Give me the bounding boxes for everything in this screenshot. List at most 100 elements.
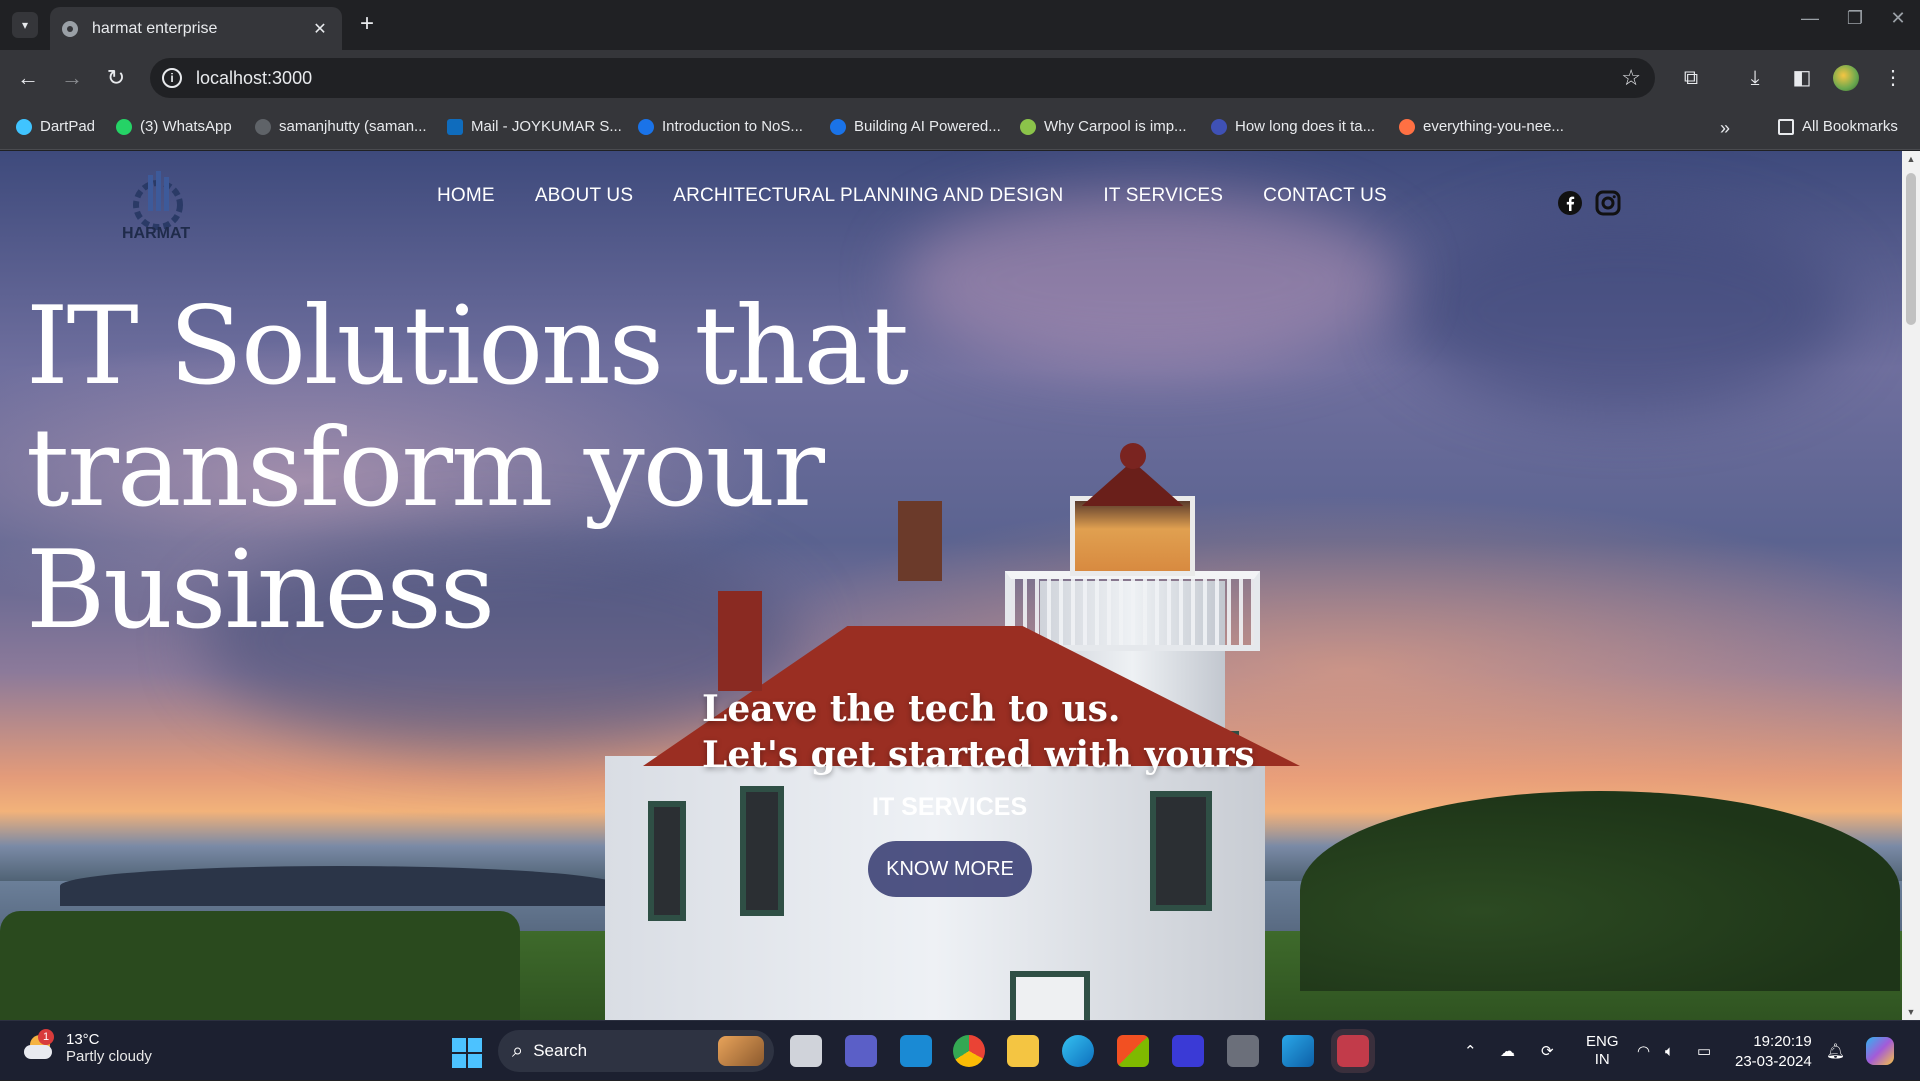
bookmark-item[interactable]: How long does it ta... bbox=[1211, 118, 1375, 135]
minimize-icon[interactable]: — bbox=[1790, 8, 1830, 29]
nav-contact-us[interactable]: CONTACT US bbox=[1263, 185, 1387, 207]
system-clock[interactable]: 19:20:19 23-03-2024 bbox=[1735, 1032, 1812, 1072]
windows-taskbar: 1 13°C Partly cloudy ⌕ Search ⌃ ☁ ⟳ ENG … bbox=[0, 1020, 1920, 1080]
weather-widget[interactable]: 1 13°C Partly cloudy bbox=[22, 1029, 152, 1065]
taskbar-search[interactable]: ⌕ Search bbox=[498, 1030, 774, 1072]
bookmark-item[interactable]: Building AI Powered... bbox=[830, 118, 1001, 135]
calculator-icon[interactable] bbox=[1227, 1035, 1259, 1067]
side-panel-icon[interactable]: ◧ bbox=[1788, 64, 1816, 92]
all-bookmarks-button[interactable]: All Bookmarks bbox=[1778, 118, 1898, 135]
wifi-icon[interactable]: ◠ bbox=[1637, 1021, 1650, 1081]
bookmark-item[interactable]: (3) WhatsApp bbox=[116, 118, 232, 135]
language-indicator[interactable]: ENG IN bbox=[1586, 1021, 1619, 1081]
store-icon[interactable] bbox=[1117, 1035, 1149, 1067]
battery-icon[interactable]: ▭ bbox=[1697, 1021, 1711, 1081]
browser-toolbar: ← → ↻ i localhost:3000 ☆ ⧉ ⤓ ◧ ⋮ bbox=[0, 50, 1920, 106]
carpool-icon bbox=[1020, 118, 1036, 135]
clock-date: 23-03-2024 bbox=[1735, 1053, 1812, 1070]
search-label: Search bbox=[533, 1041, 588, 1060]
tagline-line-2: Let's get started with yours bbox=[702, 734, 1255, 776]
notification-icon[interactable]: 🔔︎ bbox=[1826, 1021, 1845, 1081]
windows-start-icon[interactable] bbox=[452, 1038, 482, 1068]
show-hidden-icons[interactable]: ⌃ bbox=[1464, 1021, 1477, 1081]
bookmark-item[interactable]: samanjhutty (saman... bbox=[255, 118, 427, 135]
bookmark-label: DartPad bbox=[40, 118, 96, 135]
site-info-icon[interactable]: i bbox=[162, 68, 182, 88]
bookmarks-bar: DartPad (3) WhatsApp samanjhutty (saman.… bbox=[0, 106, 1920, 150]
instagram-icon[interactable] bbox=[1595, 190, 1621, 216]
nav-about-us[interactable]: ABOUT US bbox=[535, 185, 633, 207]
nav-it-services[interactable]: IT SERVICES bbox=[1103, 185, 1223, 207]
scrollbar-thumb[interactable] bbox=[1906, 173, 1916, 325]
course-icon bbox=[638, 118, 654, 135]
tagline-line-1: Leave the tech to us. bbox=[702, 688, 1121, 730]
house-door bbox=[1010, 971, 1090, 1020]
menu-icon[interactable]: ⋮ bbox=[1879, 64, 1907, 92]
main-nav: HOME ABOUT US ARCHITECTURAL PLANNING AND… bbox=[437, 185, 1387, 207]
bookmark-label: Introduction to NoS... bbox=[662, 118, 803, 135]
profile-avatar[interactable] bbox=[1833, 65, 1859, 91]
github-icon bbox=[255, 118, 271, 135]
chrome-icon[interactable] bbox=[953, 1035, 985, 1067]
hedge-shape bbox=[0, 911, 520, 1020]
bookmark-star-icon[interactable]: ☆ bbox=[1621, 65, 1641, 91]
back-icon[interactable]: ← bbox=[14, 64, 42, 92]
forward-icon[interactable]: → bbox=[58, 64, 86, 92]
restore-icon[interactable]: ❐ bbox=[1835, 8, 1875, 29]
hero-tagline: Leave the tech to us. Let's get started … bbox=[702, 686, 1255, 778]
new-tab-button[interactable]: + bbox=[352, 10, 382, 38]
scroll-down-icon[interactable]: ▼ bbox=[1902, 1007, 1920, 1017]
visual-studio-icon[interactable] bbox=[1172, 1035, 1204, 1067]
clock-time: 19:20:19 bbox=[1753, 1033, 1812, 1050]
onedrive-icon[interactable]: ☁ bbox=[1500, 1021, 1515, 1081]
house-window bbox=[740, 786, 784, 916]
close-window-icon[interactable]: ✕ bbox=[1878, 8, 1918, 29]
gear-logo-icon bbox=[133, 171, 183, 230]
bookmark-label: How long does it ta... bbox=[1235, 118, 1376, 135]
file-explorer-icon[interactable] bbox=[1007, 1035, 1039, 1067]
cloud-shape bbox=[1400, 211, 1850, 411]
nav-architectural-planning[interactable]: ARCHITECTURAL PLANNING AND DESIGN bbox=[673, 185, 1063, 207]
browser-tabstrip: ▾ harmat enterprise ✕ + — ❐ ✕ bbox=[0, 0, 1920, 50]
know-more-button[interactable]: KNOW MORE bbox=[868, 841, 1032, 897]
weather-description: Partly cloudy bbox=[66, 1048, 152, 1065]
bookmark-item[interactable]: Mail - JOYKUMAR S... bbox=[447, 118, 622, 135]
close-tab-icon[interactable]: ✕ bbox=[310, 19, 330, 39]
bookmark-item[interactable]: everything-you-nee... bbox=[1399, 118, 1564, 135]
url-text[interactable]: localhost:3000 bbox=[196, 68, 312, 89]
bookmark-label: everything-you-nee... bbox=[1423, 118, 1564, 135]
vscode-icon[interactable] bbox=[900, 1035, 932, 1067]
section-label: IT SERVICES bbox=[872, 793, 1028, 821]
nav-home[interactable]: HOME bbox=[437, 185, 495, 207]
partly-cloudy-icon: 1 bbox=[22, 1029, 56, 1063]
folder-icon bbox=[1778, 118, 1794, 135]
harmat-logo[interactable]: HARMAT bbox=[118, 171, 198, 251]
photos-icon[interactable] bbox=[1282, 1035, 1314, 1067]
island-shape bbox=[60, 866, 620, 906]
scroll-up-icon[interactable]: ▲ bbox=[1902, 154, 1920, 164]
temperature: 13°C bbox=[66, 1031, 100, 1048]
address-bar[interactable]: i localhost:3000 ☆ bbox=[150, 58, 1655, 98]
download-icon[interactable]: ⤓ bbox=[1741, 64, 1769, 92]
extensions-icon[interactable]: ⧉ bbox=[1677, 64, 1705, 92]
snipping-tool-icon[interactable] bbox=[1331, 1029, 1375, 1073]
copilot-icon[interactable] bbox=[1866, 1021, 1894, 1081]
reload-icon[interactable]: ↻ bbox=[102, 64, 130, 92]
magnet-icon bbox=[1211, 118, 1227, 135]
task-view-icon[interactable] bbox=[790, 1035, 822, 1067]
weather-badge: 1 bbox=[38, 1029, 54, 1045]
teams-icon[interactable] bbox=[845, 1035, 877, 1067]
bookmark-item[interactable]: Introduction to NoS... bbox=[638, 118, 803, 135]
sync-icon[interactable]: ⟳ bbox=[1541, 1021, 1554, 1081]
volume-icon[interactable]: 🔈︎ bbox=[1665, 1021, 1674, 1081]
bookmark-item[interactable]: DartPad bbox=[16, 118, 95, 135]
edge-icon[interactable] bbox=[1062, 1035, 1094, 1067]
lighthouse-finial bbox=[1120, 443, 1146, 469]
browser-tab[interactable]: harmat enterprise ✕ bbox=[50, 7, 342, 50]
tab-search-button[interactable]: ▾ bbox=[12, 12, 38, 38]
facebook-icon[interactable] bbox=[1557, 190, 1583, 216]
bookmarks-overflow-button[interactable]: » bbox=[1720, 118, 1730, 139]
region-label: IN bbox=[1594, 1051, 1610, 1068]
bookmark-item[interactable]: Why Carpool is imp... bbox=[1020, 118, 1187, 135]
page-scrollbar[interactable]: ▲ ▼ bbox=[1902, 151, 1920, 1020]
